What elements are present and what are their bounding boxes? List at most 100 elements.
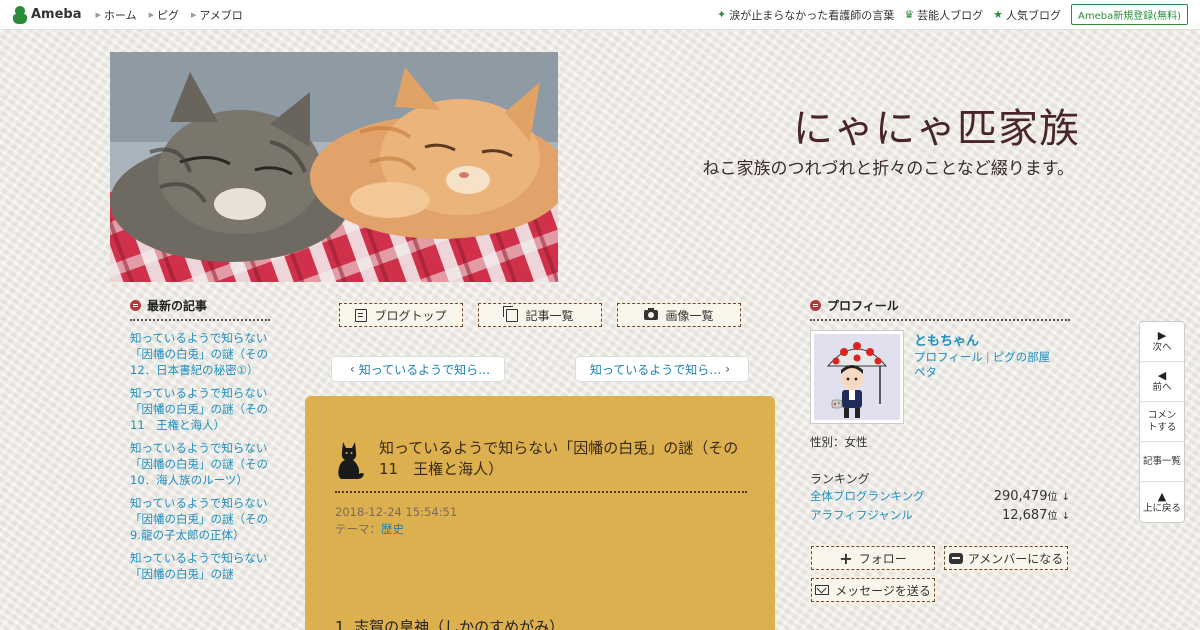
- header-image: [110, 52, 558, 282]
- float-next-button[interactable]: ▶ 次へ: [1140, 322, 1184, 362]
- follow-label: フォロー: [858, 551, 907, 566]
- blog-description: ねこ家族のつれづれと折々のことなど綴ります。: [702, 159, 1074, 179]
- peta-link[interactable]: ペタ: [914, 365, 937, 379]
- follow-button[interactable]: + フォロー: [809, 544, 937, 572]
- recent-entries-list: 知っているようで知らない「因幡の白兎」の謎（その12．日本書紀の秘密①） 知って…: [130, 330, 270, 589]
- float-next-label: 次へ: [1152, 342, 1172, 353]
- article-theme: テーマ：歴史: [335, 521, 404, 537]
- ranking-row: 全体ブログランキング 290,479位 ↓: [810, 488, 1070, 504]
- recent-entry-link[interactable]: 知っているようで知らない「因幡の白兎」の謎（その12．日本書紀の秘密①）: [130, 330, 270, 378]
- crown-icon: ♛: [904, 8, 915, 21]
- topbar-right: ✦ 涙が止まらなかった看護師の言葉 ♛ 芸能人ブログ ★ 人気ブログ Ameba新規登…: [707, 4, 1188, 25]
- chevron-right-icon: ›: [725, 362, 731, 376]
- featured-link-label: 涙が止まらなかった看護師の言葉: [729, 8, 895, 22]
- chevron-left-icon: ‹: [349, 362, 355, 376]
- triangle-up-icon: ▲: [1157, 489, 1167, 503]
- float-entries-button[interactable]: 記事一覧: [1140, 442, 1184, 482]
- register-button[interactable]: Ameba新規登録(無料): [1070, 4, 1188, 25]
- featured-link[interactable]: ✦ 涙が止まらなかった看護師の言葉: [717, 7, 894, 23]
- nav-pigg[interactable]: ▶ ピグ: [149, 7, 179, 23]
- float-comment-label: コメントする: [1147, 409, 1177, 433]
- recent-entry-link[interactable]: 知っているようで知らない「因幡の白兎」の謎（その10．海人族のルーツ）: [130, 440, 270, 488]
- float-prev-button[interactable]: ◀ 前へ: [1140, 362, 1184, 402]
- floating-side-menu: ▶ 次へ ◀ 前へ コメントする 記事一覧 ▲ 上に戻る: [1139, 321, 1185, 523]
- blog-top-label: ブログトップ: [374, 308, 447, 323]
- pigg-room-link[interactable]: ピグの部屋: [993, 350, 1051, 364]
- article-title[interactable]: 知っているようで知らない「因幡の白兎」の謎（その11 王権と海人）: [379, 438, 749, 480]
- ameba-logo-text: Ameba: [31, 7, 82, 22]
- chat-bubble-icon: [948, 552, 963, 564]
- entry-list-button[interactable]: 記事一覧: [476, 301, 604, 329]
- profile-gender: 性別：女性: [810, 435, 868, 449]
- trend-down-icon: ↓: [1061, 492, 1070, 503]
- nav-pigg-label: ピグ: [156, 8, 179, 22]
- celebrity-blog-label: 芸能人ブログ: [917, 8, 984, 22]
- float-top-label: 上に戻る: [1142, 502, 1181, 514]
- avatar-illustration: [814, 334, 900, 420]
- article-date: 2018-12-24 15:54:51: [335, 505, 458, 519]
- recent-entry-link[interactable]: 知っているようで知らない「因幡の白兎」の謎（その11 王権と海人）: [130, 385, 270, 433]
- amember-button[interactable]: アメンバーになる: [942, 544, 1070, 572]
- trend-down-icon: ↓: [1061, 511, 1070, 522]
- popular-blog-label: 人気ブログ: [1005, 8, 1061, 22]
- float-prev-label: 前へ: [1152, 382, 1172, 393]
- ranking-number: 290,479: [993, 489, 1048, 504]
- entry-list-label: 記事一覧: [525, 308, 574, 323]
- avatar[interactable]: [810, 330, 904, 424]
- send-message-button[interactable]: メッセージを送る: [809, 576, 937, 604]
- nav-home[interactable]: ▶ ホーム: [96, 7, 137, 23]
- triangle-right-icon: ▶: [148, 10, 154, 19]
- ranking-number: 12,687: [1001, 508, 1048, 523]
- ameba-mascot-icon: [12, 5, 28, 24]
- blog-title[interactable]: にゃにゃ匹家族: [600, 96, 1080, 154]
- genre-ranking-link[interactable]: アラフィフジャンル: [810, 507, 913, 523]
- link-separator: |: [985, 350, 990, 364]
- nav-ameblo[interactable]: ▶ アメブロ: [191, 7, 243, 23]
- send-message-label: メッセージを送る: [835, 583, 931, 598]
- document-icon: [355, 308, 368, 322]
- next-entry-button[interactable]: 知っているようで知ら… ›: [575, 356, 749, 382]
- plus-icon: +: [839, 548, 853, 568]
- nav-ameblo-label: アメブロ: [199, 8, 243, 22]
- amember-label: アメンバーになる: [967, 551, 1064, 566]
- section-bullet-icon: [810, 300, 821, 311]
- star-icon: ★: [993, 8, 1003, 21]
- profile-link[interactable]: プロフィール: [914, 350, 983, 364]
- image-list-button[interactable]: 画像一覧: [615, 301, 743, 329]
- recent-entry-link[interactable]: 知っているようで知らない「因幡の白兎」の謎: [130, 550, 270, 582]
- recent-entries-heading-label: 最新の記事: [147, 299, 208, 313]
- nav-home-label: ホーム: [103, 8, 137, 22]
- prev-entry-button[interactable]: ‹ 知っているようで知ら…: [331, 356, 505, 382]
- triangle-right-icon: ▶: [95, 10, 101, 19]
- prev-entry-label: 知っているようで知ら…: [358, 362, 491, 377]
- blog-top-button[interactable]: ブログトップ: [337, 301, 465, 329]
- article-divider: [335, 491, 747, 493]
- float-top-button[interactable]: ▲ 上に戻る: [1140, 482, 1184, 522]
- sparkle-icon: ✦: [717, 8, 727, 21]
- triangle-left-icon: ◀: [1157, 369, 1167, 382]
- profile-name[interactable]: ともちゃん: [914, 330, 979, 349]
- triangle-right-icon: ▶: [1157, 329, 1167, 342]
- article-body-heading: 1. 志賀の皇神（しかのすめがみ）: [335, 618, 565, 630]
- image-list-label: 画像一覧: [665, 308, 714, 323]
- float-comment-button[interactable]: コメントする: [1140, 402, 1184, 442]
- ranking-label: ランキング: [810, 472, 870, 486]
- camera-icon: [644, 308, 659, 320]
- ranking-value: 12,687位 ↓: [1002, 507, 1070, 523]
- ameba-logo[interactable]: Ameba: [12, 5, 82, 24]
- popular-blog-link[interactable]: ★ 人気ブログ: [993, 7, 1061, 23]
- blog-nav-buttons: ブログトップ 記事一覧 画像一覧: [337, 301, 756, 329]
- theme-link[interactable]: 歴史: [381, 522, 404, 536]
- ranking-unit: 位: [1047, 492, 1058, 503]
- recent-entry-link[interactable]: 知っているようで知らない「因幡の白兎」の謎（その9.龍の子太郎の正体）: [130, 495, 270, 543]
- overall-ranking-link[interactable]: 全体ブログランキング: [810, 488, 925, 504]
- profile-heading-label: プロフィール: [827, 299, 899, 313]
- ranking-value: 290,479位 ↓: [994, 488, 1070, 504]
- float-entries-label: 記事一覧: [1142, 455, 1181, 467]
- celebrity-blog-link[interactable]: ♛ 芸能人ブログ: [904, 7, 983, 23]
- recent-entries-heading: 最新の記事: [130, 297, 270, 321]
- global-header: Ameba ▶ ホーム ▶ ピグ ▶ アメブロ ✦ 涙が止まらなかった看護師の言葉 ♛ 芸…: [0, 0, 1200, 30]
- triangle-right-icon: ▶: [190, 10, 197, 19]
- profile-heading: プロフィール: [810, 297, 1070, 321]
- global-nav: ▶ ホーム ▶ ピグ ▶ アメブロ: [96, 7, 255, 23]
